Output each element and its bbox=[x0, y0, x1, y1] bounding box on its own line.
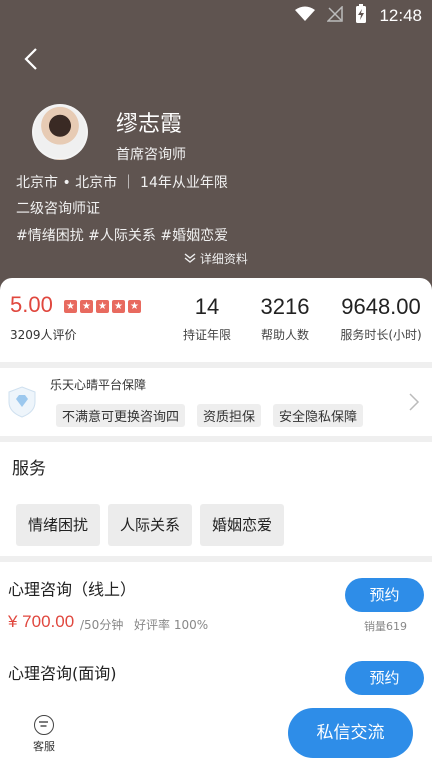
offer-sales: 销量619 bbox=[364, 620, 407, 633]
offer-name-online: 心理咨询（线上） bbox=[8, 580, 137, 599]
double-chevron-down-icon bbox=[184, 252, 200, 266]
stat-value: 9648.00 bbox=[341, 294, 421, 319]
stat-hours: 9648.00 服务时长(小时) bbox=[336, 294, 426, 343]
wifi-icon bbox=[295, 6, 316, 26]
star-icon: ★ bbox=[80, 300, 93, 313]
profile-header: 12:48 缪志霞 首席咨询师 北京市 • 北京市 ｜ 14年从业年限 二级咨询… bbox=[0, 0, 432, 300]
stat-label: 服务时长(小时) bbox=[340, 328, 422, 342]
star-icon: ★ bbox=[96, 300, 109, 313]
stat-value: 3216 bbox=[260, 294, 310, 319]
services-heading: 服务 bbox=[12, 459, 46, 479]
star-icon: ★ bbox=[64, 300, 77, 313]
stat-label: 帮助人数 bbox=[260, 328, 309, 342]
service-tag[interactable]: 人际关系 bbox=[108, 504, 193, 546]
status-time: 12:48 bbox=[379, 6, 422, 25]
chevron-right-icon bbox=[408, 392, 420, 416]
customer-service-icon[interactable] bbox=[34, 715, 54, 735]
rating-stars: ★ ★ ★ ★ ★ bbox=[64, 300, 141, 313]
star-icon: ★ bbox=[128, 300, 141, 313]
certificate: 二级咨询师证 bbox=[16, 201, 100, 217]
avatar bbox=[32, 104, 88, 160]
status-bar: 12:48 bbox=[0, 0, 432, 32]
stat-cert-years: 14 持证年限 bbox=[182, 294, 232, 343]
detail-link-label: 详细资料 bbox=[199, 252, 248, 266]
offer-name-offline: 心理咨询(面询) bbox=[8, 664, 117, 683]
battery-charging-icon bbox=[355, 4, 367, 28]
offer-price: ¥ 700.00 bbox=[8, 612, 75, 631]
private-message-button[interactable]: 私信交流 bbox=[288, 708, 413, 758]
shield-diamond-icon bbox=[8, 386, 36, 418]
offer-praise-rate: 好评率 100% bbox=[134, 618, 209, 632]
customer-service-label[interactable]: 客服 bbox=[33, 738, 55, 754]
book-button-online[interactable]: 预约 bbox=[345, 578, 424, 612]
counselor-name: 缪志霞 bbox=[116, 112, 183, 137]
detail-link[interactable]: 详细资料 bbox=[0, 250, 432, 267]
stat-value: 14 bbox=[194, 294, 220, 319]
signal-icon bbox=[326, 5, 344, 26]
chevron-left-icon bbox=[24, 48, 37, 70]
stat-label: 持证年限 bbox=[182, 328, 231, 342]
rating-count[interactable]: 3209人评价 bbox=[10, 326, 77, 343]
service-tag[interactable]: 婚姻恋爱 bbox=[200, 504, 285, 546]
guarantee-tag: 资质担保 bbox=[197, 404, 262, 427]
guarantee-tag: 不满意可更换咨询四 bbox=[56, 404, 186, 427]
service-tags: 情绪困扰 人际关系 婚姻恋爱 bbox=[16, 504, 285, 546]
star-icon: ★ bbox=[112, 300, 125, 313]
service-tag[interactable]: 情绪困扰 bbox=[16, 504, 101, 546]
topic-hashtags: #情绪困扰 #人际关系 #婚姻恋爱 bbox=[16, 228, 229, 244]
back-button[interactable] bbox=[18, 44, 48, 74]
location-experience: 北京市 • 北京市 ｜ 14年从业年限 bbox=[16, 175, 228, 191]
book-button-offline[interactable]: 预约 bbox=[345, 661, 424, 695]
guarantee-tag: 安全隐私保障 bbox=[273, 404, 364, 427]
offer-duration: /50分钟 bbox=[80, 618, 124, 632]
guarantee-title: 乐天心晴平台保障 bbox=[50, 378, 147, 392]
rating-score: 5.00 bbox=[10, 292, 53, 317]
guarantee-tags: 不满意可更换咨询四 资质担保 安全隐私保障 bbox=[56, 404, 364, 427]
counselor-title: 首席咨询师 bbox=[116, 147, 186, 163]
stat-helped: 3216 帮助人数 bbox=[252, 294, 318, 343]
